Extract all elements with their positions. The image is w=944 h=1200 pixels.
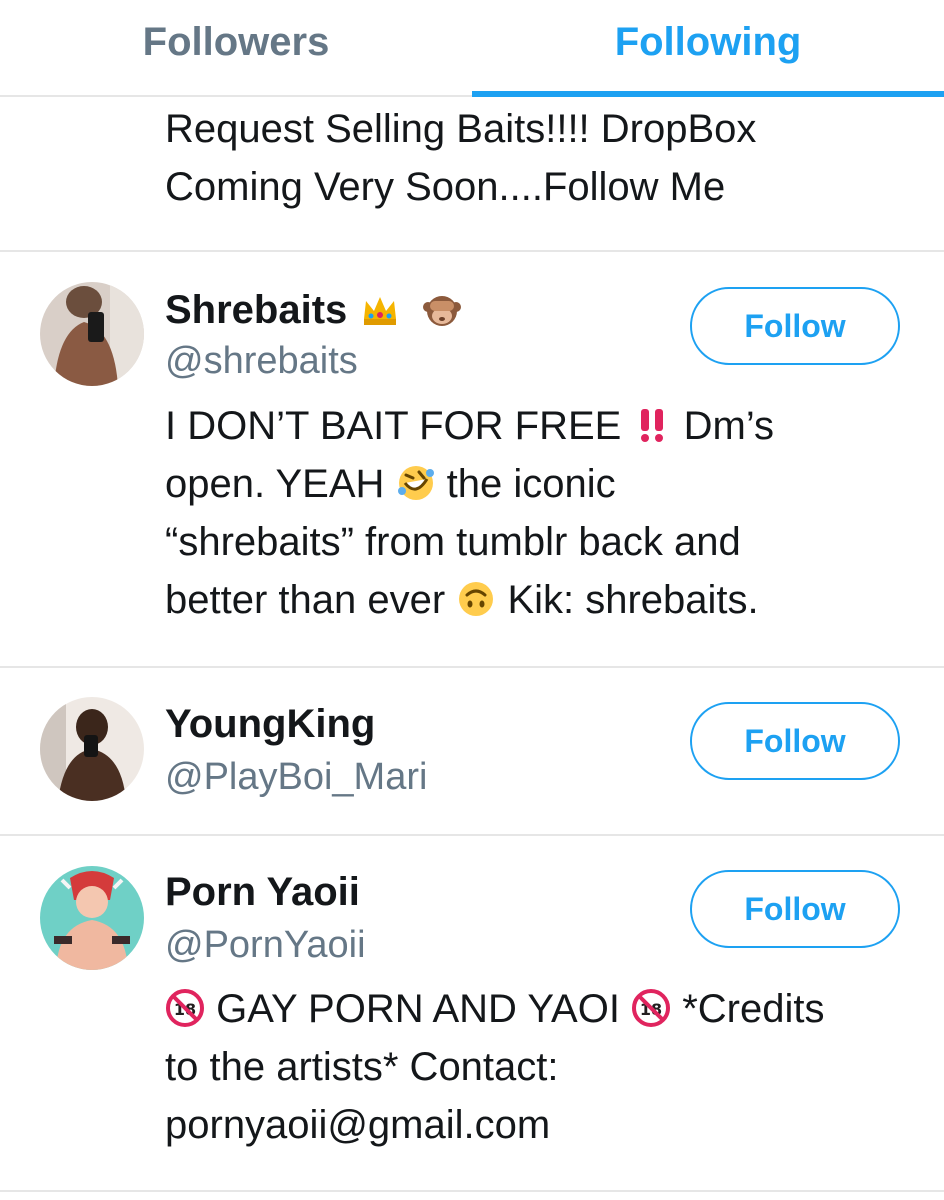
user-handle: @PlayBoi_Mari <box>165 756 428 798</box>
user-handle: @PornYaoii <box>165 924 366 966</box>
avatar[interactable] <box>40 697 144 801</box>
divider <box>0 834 944 836</box>
divider <box>0 666 944 668</box>
no-one-under-18-icon: 18 <box>620 987 682 1031</box>
divider <box>0 1190 944 1192</box>
follow-button[interactable]: Follow <box>690 287 900 365</box>
avatar[interactable] <box>40 282 144 386</box>
user-name[interactable]: Shrebaits <box>165 286 462 334</box>
upside-down-face-icon <box>445 578 507 622</box>
no-one-under-18-icon: 18 <box>165 987 216 1031</box>
tab-followers[interactable]: Followers <box>0 0 472 97</box>
double-exclamation-icon <box>621 404 683 448</box>
bio-line: Coming Very Soon....Follow Me <box>165 165 726 209</box>
active-tab-indicator <box>472 91 944 97</box>
tab-bar: Followers Following <box>0 0 944 97</box>
crown-icon <box>349 288 411 332</box>
previous-user-bio: Request Selling Baits!!!! DropBox Coming… <box>165 100 914 216</box>
tab-following[interactable]: Following <box>472 0 944 97</box>
rolling-laughing-icon <box>384 462 446 506</box>
user-name[interactable]: YoungKing <box>165 700 375 748</box>
user-handle: @shrebaits <box>165 340 358 382</box>
see-no-evil-monkey-icon <box>422 288 462 332</box>
user-bio: I DON’T BAIT FOR FREE Dm’s open. YEAH th… <box>165 404 774 622</box>
follow-button[interactable]: Follow <box>690 870 900 948</box>
bio-line: Request Selling Baits!!!! DropBox <box>165 107 757 151</box>
user-bio: 18 GAY PORN AND YAOI 18 *Credits to the … <box>165 987 825 1147</box>
user-name[interactable]: Porn Yaoii <box>165 868 360 916</box>
avatar[interactable] <box>40 866 144 970</box>
contact-email[interactable]: pornyaoii@gmail.com <box>165 1103 550 1147</box>
divider <box>0 250 944 252</box>
follow-button[interactable]: Follow <box>690 702 900 780</box>
